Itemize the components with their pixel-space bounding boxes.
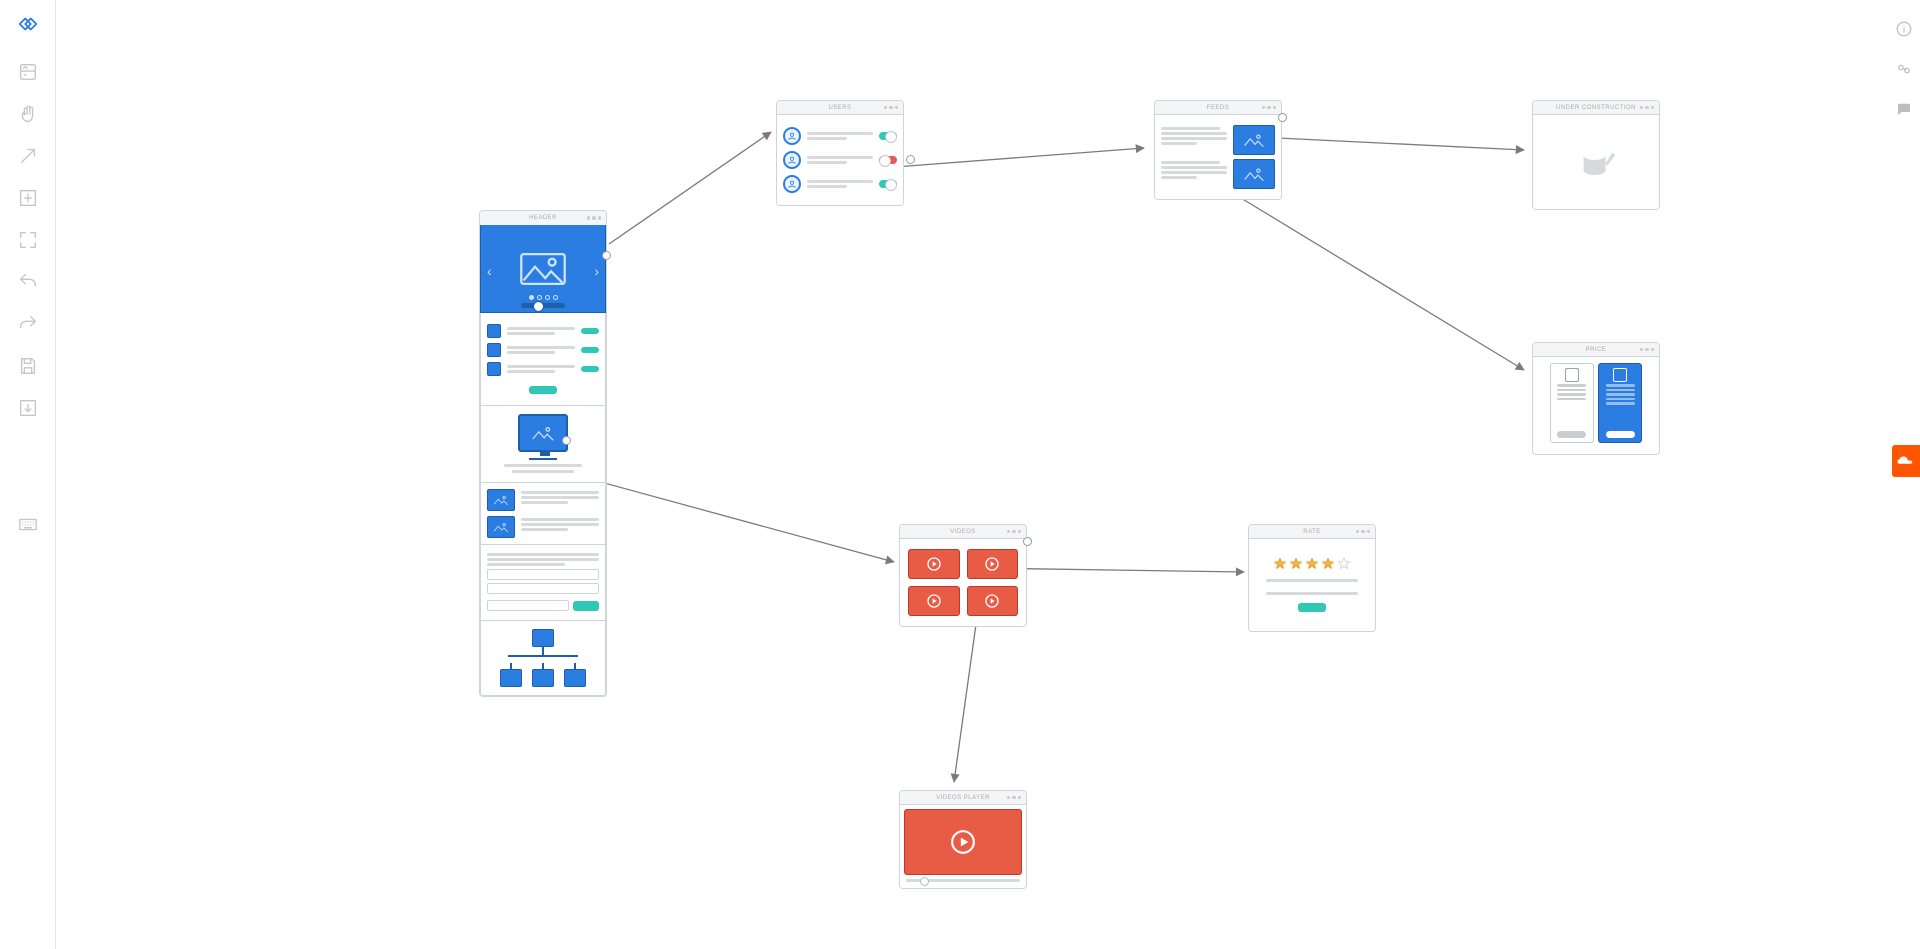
connector-knob[interactable]: [562, 436, 571, 445]
price-column-basic[interactable]: [1550, 363, 1594, 443]
card-title: PRICE: [1586, 347, 1607, 353]
save-button[interactable]: [14, 352, 42, 380]
logo-icon[interactable]: [14, 10, 42, 38]
submit-pill[interactable]: [573, 601, 599, 611]
card-title: HEADER: [529, 215, 557, 221]
carousel-pager[interactable]: [529, 295, 558, 300]
price-column-featured[interactable]: [1598, 363, 1642, 443]
window-dots-icon: [587, 216, 602, 220]
forms-segment: [480, 545, 606, 621]
left-toolbar: [0, 0, 56, 949]
undo-button[interactable]: [14, 268, 42, 296]
share-icon[interactable]: [1893, 58, 1915, 80]
info-icon[interactable]: [1893, 18, 1915, 40]
card-title: USERS: [828, 105, 851, 111]
submit-pill[interactable]: [1298, 603, 1326, 612]
monitor-segment: [480, 406, 606, 483]
image-thumb: [1233, 125, 1275, 155]
tile-icon: [487, 324, 501, 338]
wireframe-under-construction[interactable]: UNDER CONSTRUCTION: [1532, 100, 1660, 210]
sitemap-segment: [480, 621, 606, 696]
input-placeholder: [487, 569, 599, 580]
chevron-right-icon[interactable]: ›: [594, 263, 599, 279]
cta-pill[interactable]: [529, 386, 557, 394]
pill-badge: [581, 328, 599, 334]
star-empty-icon: [1337, 557, 1351, 571]
video-thumb[interactable]: [967, 586, 1019, 616]
zoom-fit-button[interactable]: [14, 226, 42, 254]
avatar-icon: [783, 127, 801, 145]
comments-icon[interactable]: [1893, 98, 1915, 120]
redo-button[interactable]: [14, 310, 42, 338]
card-title: UNDER CONSTRUCTION: [1556, 105, 1636, 111]
card-titlebar: HEADER: [480, 211, 606, 225]
card-title: FEEDS: [1207, 105, 1229, 111]
carousel-slider[interactable]: [521, 303, 565, 308]
zoom-in-button[interactable]: [14, 184, 42, 212]
library-button[interactable]: [14, 58, 42, 86]
wireframe-rate[interactable]: RATE: [1248, 524, 1376, 632]
toggle-off[interactable]: [879, 156, 897, 164]
wireframe-videos-player[interactable]: VIDEOS PLAYER: [899, 790, 1027, 889]
soundcloud-tab[interactable]: [1892, 445, 1920, 477]
star-rating[interactable]: [1273, 557, 1351, 571]
pointer-tool[interactable]: [14, 142, 42, 170]
connector-knob[interactable]: [1023, 537, 1032, 546]
hand-tool[interactable]: [14, 100, 42, 128]
sitemap-node: [532, 629, 554, 647]
connector-knob[interactable]: [602, 251, 611, 260]
connector-knob[interactable]: [1278, 113, 1287, 122]
wireframe-header[interactable]: HEADER ‹ ›: [479, 210, 607, 697]
video-progress[interactable]: [906, 879, 1020, 882]
wireframe-price[interactable]: PRICE: [1532, 342, 1660, 455]
video-thumb[interactable]: [908, 586, 960, 616]
hero-carousel: ‹ ›: [480, 225, 606, 313]
video-thumb[interactable]: [908, 549, 960, 579]
card-title: RATE: [1303, 529, 1320, 535]
wireframe-feeds[interactable]: FEEDS: [1154, 100, 1282, 200]
wireframe-videos[interactable]: VIDEOS: [899, 524, 1027, 627]
chevron-left-icon[interactable]: ‹: [487, 263, 492, 279]
flow-canvas[interactable]: HEADER ‹ ›: [56, 0, 1888, 949]
card-title: VIDEOS PLAYER: [936, 795, 990, 801]
image-placeholder-icon: [520, 253, 566, 285]
thumbs-segment: [480, 483, 606, 545]
image-thumb: [487, 489, 515, 511]
connector-knob[interactable]: [906, 155, 915, 164]
toggle-on[interactable]: [879, 132, 897, 140]
video-player-screen[interactable]: [904, 809, 1022, 875]
video-thumb[interactable]: [967, 549, 1019, 579]
export-button[interactable]: [14, 394, 42, 422]
monitor-icon: [518, 414, 568, 452]
list-segment: [480, 313, 606, 406]
star-filled-icon: [1273, 557, 1287, 571]
card-title: VIDEOS: [950, 529, 976, 535]
wireframe-users[interactable]: USERS: [776, 100, 904, 206]
paint-bucket-icon: [1574, 140, 1618, 184]
keyboard-shortcuts-button[interactable]: [14, 510, 42, 538]
